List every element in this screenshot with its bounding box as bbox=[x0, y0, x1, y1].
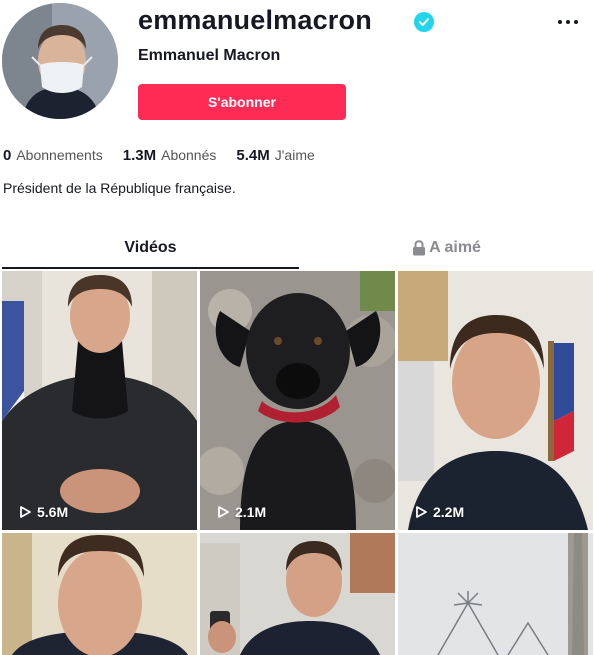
view-count-label: 2.2M bbox=[433, 504, 465, 520]
video-thumbnail bbox=[200, 271, 395, 530]
video-thumbnail bbox=[2, 271, 197, 530]
view-count: 5.6M bbox=[18, 504, 68, 520]
video-thumbnail bbox=[2, 533, 197, 655]
play-icon bbox=[218, 506, 229, 518]
video-tile[interactable] bbox=[398, 533, 593, 655]
video-tile[interactable]: 5.6M bbox=[2, 271, 197, 530]
view-count: 2.1M bbox=[216, 504, 266, 520]
view-count: 2.2M bbox=[414, 504, 464, 520]
tab-videos[interactable]: Vidéos bbox=[2, 229, 299, 269]
profile-username: emmanuelmacron bbox=[138, 5, 372, 35]
view-count-label: 5.6M bbox=[37, 504, 69, 520]
video-tile[interactable] bbox=[200, 533, 395, 655]
stat-likes-label: J'aime bbox=[274, 147, 315, 163]
video-thumbnail bbox=[398, 533, 593, 655]
video-thumbnail bbox=[200, 533, 395, 655]
video-tile[interactable]: 2.2M bbox=[398, 271, 593, 530]
stat-followers[interactable]: 1.3M Abonnés bbox=[123, 147, 217, 164]
stat-followers-value: 1.3M bbox=[122, 147, 157, 164]
video-tile[interactable] bbox=[2, 533, 197, 655]
verified-badge-icon bbox=[414, 12, 434, 32]
profile-display-name: Emmanuel Macron bbox=[138, 47, 281, 64]
tab-liked[interactable]: A aimé bbox=[298, 229, 595, 267]
profile-tabs: Vidéos A aimé bbox=[0, 229, 595, 269]
video-tile[interactable]: 2.1M bbox=[200, 271, 395, 530]
stat-followers-label: Abonnés bbox=[161, 147, 217, 163]
video-thumbnail bbox=[398, 271, 593, 530]
stat-following-label: Abonnements bbox=[16, 147, 103, 163]
profile-bio: Président de la République française. bbox=[3, 180, 236, 196]
tab-liked-label: A aimé bbox=[429, 239, 481, 256]
tab-videos-label: Vidéos bbox=[124, 239, 177, 256]
stat-likes: 5.4M J'aime bbox=[236, 147, 314, 164]
stat-following-value: 0 bbox=[3, 147, 12, 164]
lock-icon bbox=[413, 240, 426, 256]
profile-stats: 0 Abonnements 1.3M Abonnés 5.4M J'aime bbox=[3, 147, 335, 164]
play-icon bbox=[20, 506, 31, 518]
avatar-image bbox=[2, 3, 118, 119]
stat-following[interactable]: 0 Abonnements bbox=[3, 147, 103, 164]
play-icon bbox=[416, 506, 427, 518]
view-count-label: 2.1M bbox=[235, 504, 267, 520]
follow-button[interactable]: S'abonner bbox=[138, 84, 346, 120]
more-options-icon[interactable] bbox=[558, 14, 586, 30]
stat-likes-value: 5.4M bbox=[236, 147, 270, 164]
avatar[interactable] bbox=[2, 3, 118, 119]
